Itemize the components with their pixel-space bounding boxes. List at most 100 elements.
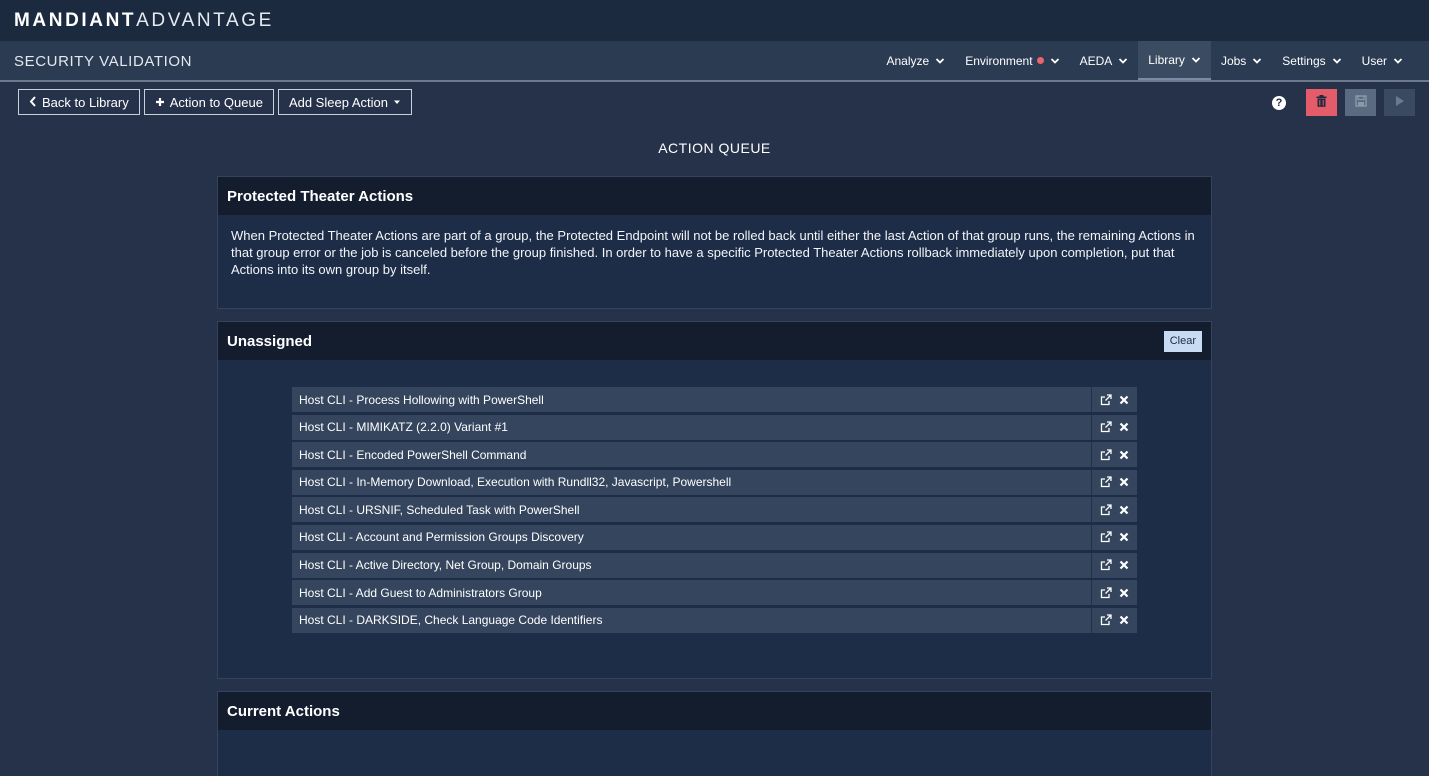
- chevron-left-icon: [29, 95, 37, 110]
- action-toolbar: Back to Library Action to Queue Add Slee…: [18, 89, 412, 115]
- panel-header: Unassigned Clear: [218, 322, 1211, 360]
- list-item[interactable]: Host CLI - Account and Permission Groups…: [292, 524, 1137, 550]
- protected-theater-title: Protected Theater Actions: [227, 187, 414, 205]
- play-icon: [1395, 94, 1405, 112]
- back-to-library-label: Back to Library: [42, 94, 129, 110]
- close-icon[interactable]: [1118, 476, 1130, 488]
- save-icon: [1354, 94, 1367, 112]
- chevron-down-icon: [935, 56, 945, 66]
- external-link-icon[interactable]: [1100, 531, 1112, 543]
- current-actions-title: Current Actions: [227, 702, 340, 720]
- nav-aeda-label: AEDA: [1079, 53, 1113, 68]
- close-icon[interactable]: [1118, 504, 1130, 516]
- action-name: Host CLI - Add Guest to Administrators G…: [292, 580, 1092, 606]
- nav-analyze-label: Analyze: [886, 53, 930, 68]
- chevron-down-icon: [1118, 56, 1128, 66]
- action-tools: [1092, 525, 1137, 550]
- action-name: Host CLI - In-Memory Download, Execution…: [292, 469, 1092, 495]
- add-sleep-action-button[interactable]: Add Sleep Action: [277, 89, 412, 115]
- action-name: Host CLI - Account and Permission Groups…: [292, 524, 1092, 550]
- nav-analyze[interactable]: Analyze: [876, 41, 955, 80]
- list-item[interactable]: Host CLI - Process Hollowing with PowerS…: [292, 387, 1137, 412]
- action-tools: [1092, 580, 1137, 605]
- delete-queue-button[interactable]: [1306, 89, 1337, 116]
- nav-menu: Analyze Environment AEDA Library Jobs Se…: [876, 41, 1413, 80]
- close-icon[interactable]: [1118, 449, 1130, 461]
- external-link-icon[interactable]: [1100, 421, 1112, 433]
- nav-jobs[interactable]: Jobs: [1211, 41, 1272, 80]
- list-item[interactable]: Host CLI - DARKSIDE, Check Language Code…: [292, 607, 1137, 633]
- external-link-icon[interactable]: [1100, 476, 1112, 488]
- protected-theater-panel: Protected Theater Actions When Protected…: [217, 176, 1212, 309]
- help-icon[interactable]: ?: [1272, 95, 1286, 110]
- close-icon[interactable]: [1118, 614, 1130, 626]
- app-title: SECURITY VALIDATION: [14, 53, 193, 70]
- nav-environment-label: Environment: [965, 53, 1033, 68]
- action-tools: [1092, 608, 1137, 633]
- nav-library-label: Library: [1148, 52, 1185, 67]
- add-sleep-action-label: Add Sleep Action: [288, 94, 388, 110]
- nav-environment[interactable]: Environment: [955, 41, 1069, 80]
- brand-name-primary: MANDIANT: [14, 9, 137, 31]
- brand-name-secondary: ADVANTAGE: [136, 9, 274, 31]
- action-name: Host CLI - Encoded PowerShell Command: [292, 442, 1092, 468]
- close-icon[interactable]: [1118, 531, 1130, 543]
- brand-logo[interactable]: MANDIANTADVANTAGE: [14, 10, 274, 32]
- status-dot: [1036, 57, 1044, 64]
- unassigned-actions-list: Host CLI - Process Hollowing with PowerS…: [292, 387, 1137, 635]
- protected-theater-description: When Protected Theater Actions are part …: [231, 228, 1195, 277]
- action-to-queue-button[interactable]: Action to Queue: [143, 89, 274, 115]
- external-link-icon[interactable]: [1100, 504, 1112, 516]
- nav-aeda[interactable]: AEDA: [1070, 41, 1139, 80]
- action-name: Host CLI - Active Directory, Net Group, …: [292, 552, 1092, 578]
- trash-icon: [1316, 94, 1327, 112]
- close-icon[interactable]: [1118, 559, 1130, 571]
- nav-library[interactable]: Library: [1138, 41, 1211, 80]
- nav-user[interactable]: User: [1352, 41, 1413, 80]
- run-queue-button[interactable]: [1384, 89, 1415, 116]
- plus-icon: [155, 95, 165, 110]
- unassigned-panel: Unassigned Clear Host CLI - Process Holl…: [217, 321, 1212, 679]
- external-link-icon[interactable]: [1100, 393, 1112, 406]
- list-item[interactable]: Host CLI - Active Directory, Net Group, …: [292, 552, 1137, 578]
- current-actions-panel: Current Actions: [217, 691, 1212, 776]
- action-tools: [1092, 497, 1137, 522]
- list-item[interactable]: Host CLI - In-Memory Download, Execution…: [292, 469, 1137, 495]
- action-name: Host CLI - Process Hollowing with PowerS…: [292, 387, 1092, 412]
- action-tools: [1092, 415, 1137, 440]
- action-tools: [1092, 470, 1137, 495]
- action-to-queue-label: Action to Queue: [169, 94, 263, 110]
- external-link-icon[interactable]: [1100, 587, 1112, 599]
- chevron-down-icon: [1050, 56, 1060, 66]
- list-item[interactable]: Host CLI - Add Guest to Administrators G…: [292, 580, 1137, 606]
- nav-settings[interactable]: Settings: [1272, 41, 1351, 80]
- page-title: ACTION QUEUE: [658, 140, 771, 156]
- chevron-down-icon: [1252, 56, 1262, 66]
- queue-tools: ?: [1272, 89, 1415, 116]
- action-name: Host CLI - MIMIKATZ (2.2.0) Variant #1: [292, 414, 1092, 440]
- chevron-down-icon: [1191, 55, 1201, 65]
- external-link-icon[interactable]: [1100, 449, 1112, 461]
- external-link-icon[interactable]: [1100, 614, 1112, 626]
- close-icon[interactable]: [1118, 394, 1130, 406]
- action-tools: [1092, 442, 1137, 467]
- panel-header: Current Actions: [218, 692, 1211, 730]
- close-icon[interactable]: [1118, 587, 1130, 599]
- back-to-library-button[interactable]: Back to Library: [18, 89, 140, 115]
- list-item[interactable]: Host CLI - URSNIF, Scheduled Task with P…: [292, 497, 1137, 523]
- brand-bar: MANDIANTADVANTAGE: [0, 0, 1429, 41]
- clear-button[interactable]: Clear: [1163, 330, 1202, 352]
- action-tools: [1092, 553, 1137, 578]
- external-link-icon[interactable]: [1100, 559, 1112, 571]
- nav-user-label: User: [1361, 53, 1387, 68]
- save-queue-button[interactable]: [1345, 89, 1376, 116]
- nav-jobs-label: Jobs: [1220, 53, 1247, 68]
- unassigned-title: Unassigned: [227, 332, 313, 350]
- list-item[interactable]: Host CLI - MIMIKATZ (2.2.0) Variant #1: [292, 414, 1137, 440]
- list-item[interactable]: Host CLI - Encoded PowerShell Command: [292, 442, 1137, 468]
- close-icon[interactable]: [1118, 421, 1130, 433]
- panel-header: Protected Theater Actions: [218, 177, 1211, 215]
- chevron-down-icon: [1332, 56, 1342, 66]
- chevron-down-icon: [1393, 56, 1403, 66]
- nav-settings-label: Settings: [1282, 53, 1326, 68]
